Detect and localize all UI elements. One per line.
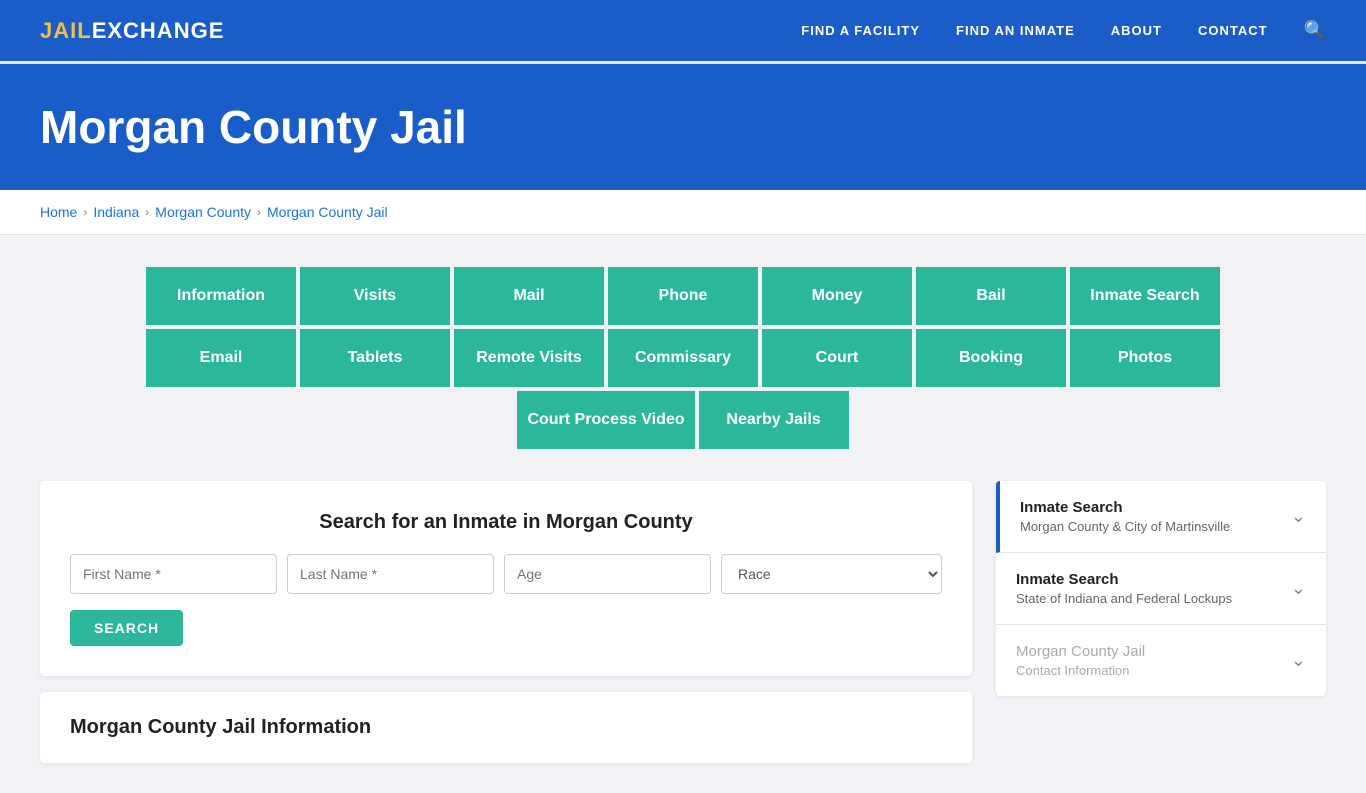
search-button[interactable]: SEARCH bbox=[70, 610, 183, 646]
search-heading: Search for an Inmate in Morgan County bbox=[70, 511, 942, 534]
first-name-input[interactable] bbox=[70, 554, 277, 594]
sidebar-item-1-text: Inmate Search State of Indiana and Feder… bbox=[1016, 571, 1232, 606]
chevron-down-icon-2: ⌄ bbox=[1291, 650, 1306, 671]
content-split: Search for an Inmate in Morgan County Ra… bbox=[40, 481, 1326, 763]
btn-phone[interactable]: Phone bbox=[606, 265, 760, 327]
breadcrumb-morgan-county[interactable]: Morgan County bbox=[155, 204, 251, 220]
btn-inmate-search[interactable]: Inmate Search bbox=[1068, 265, 1222, 327]
sidebar-item-0[interactable]: Inmate Search Morgan County & City of Ma… bbox=[996, 481, 1326, 553]
left-panel: Search for an Inmate in Morgan County Ra… bbox=[40, 481, 972, 763]
info-section: Morgan County Jail Information bbox=[40, 692, 972, 763]
nav-about[interactable]: ABOUT bbox=[1111, 23, 1162, 38]
breadcrumb-sep-2: › bbox=[145, 205, 149, 219]
sidebar-item-1-title: Inmate Search bbox=[1016, 571, 1232, 588]
page-title: Morgan County Jail bbox=[40, 100, 1326, 154]
hero-section: Morgan County Jail bbox=[0, 64, 1366, 190]
btn-bail[interactable]: Bail bbox=[914, 265, 1068, 327]
btn-nearby-jails[interactable]: Nearby Jails bbox=[697, 389, 851, 451]
breadcrumb-sep-3: › bbox=[257, 205, 261, 219]
btn-row-1: Information Visits Mail Phone Money Bail… bbox=[144, 265, 1222, 327]
sidebar-item-0-subtitle: Morgan County & City of Martinsville bbox=[1020, 519, 1230, 534]
race-select[interactable]: Race White Black Hispanic Asian Other bbox=[721, 554, 942, 594]
sidebar-item-0-title: Inmate Search bbox=[1020, 499, 1230, 516]
breadcrumb: Home › Indiana › Morgan County › Morgan … bbox=[40, 204, 1326, 220]
info-heading: Morgan County Jail Information bbox=[70, 716, 942, 739]
main-area: Information Visits Mail Phone Money Bail… bbox=[0, 235, 1366, 793]
btn-row-2: Email Tablets Remote Visits Commissary C… bbox=[144, 327, 1222, 389]
nav-contact[interactable]: CONTACT bbox=[1198, 23, 1268, 38]
breadcrumb-indiana[interactable]: Indiana bbox=[93, 204, 139, 220]
age-input[interactable] bbox=[504, 554, 711, 594]
logo-jail: JAIL bbox=[40, 18, 92, 43]
buttons-section: Information Visits Mail Phone Money Bail… bbox=[40, 265, 1326, 451]
breadcrumb-home[interactable]: Home bbox=[40, 204, 77, 220]
last-name-input[interactable] bbox=[287, 554, 494, 594]
btn-row-3: Court Process Video Nearby Jails bbox=[515, 389, 850, 451]
btn-booking[interactable]: Booking bbox=[914, 327, 1068, 389]
btn-money[interactable]: Money bbox=[760, 265, 914, 327]
sidebar-item-2-subtitle: Contact Information bbox=[1016, 663, 1145, 678]
btn-mail[interactable]: Mail bbox=[452, 265, 606, 327]
search-fields: Race White Black Hispanic Asian Other bbox=[70, 554, 942, 594]
btn-court-process-video[interactable]: Court Process Video bbox=[515, 389, 696, 451]
search-box: Search for an Inmate in Morgan County Ra… bbox=[40, 481, 972, 676]
btn-information[interactable]: Information bbox=[144, 265, 298, 327]
breadcrumb-sep-1: › bbox=[83, 205, 87, 219]
chevron-down-icon-1: ⌄ bbox=[1291, 578, 1306, 599]
sidebar-item-1-subtitle: State of Indiana and Federal Lockups bbox=[1016, 591, 1232, 606]
nav-links: FIND A FACILITY FIND AN INMATE ABOUT CON… bbox=[801, 20, 1326, 41]
btn-commissary[interactable]: Commissary bbox=[606, 327, 760, 389]
right-panel: Inmate Search Morgan County & City of Ma… bbox=[996, 481, 1326, 696]
logo[interactable]: JAILEXCHANGE bbox=[40, 18, 224, 44]
logo-exchange: EXCHANGE bbox=[92, 18, 225, 43]
nav-find-facility[interactable]: FIND A FACILITY bbox=[801, 23, 920, 38]
btn-tablets[interactable]: Tablets bbox=[298, 327, 452, 389]
chevron-down-icon-0: ⌄ bbox=[1291, 506, 1306, 527]
sidebar-item-2-text: Morgan County Jail Contact Information bbox=[1016, 643, 1145, 678]
nav-find-inmate[interactable]: FIND AN INMATE bbox=[956, 23, 1075, 38]
sidebar-item-2-title: Morgan County Jail bbox=[1016, 643, 1145, 660]
sidebar-item-2[interactable]: Morgan County Jail Contact Information ⌄ bbox=[996, 625, 1326, 696]
btn-court[interactable]: Court bbox=[760, 327, 914, 389]
breadcrumb-bar: Home › Indiana › Morgan County › Morgan … bbox=[0, 190, 1366, 235]
btn-photos[interactable]: Photos bbox=[1068, 327, 1222, 389]
navbar: JAILEXCHANGE FIND A FACILITY FIND AN INM… bbox=[0, 0, 1366, 64]
btn-visits[interactable]: Visits bbox=[298, 265, 452, 327]
breadcrumb-current: Morgan County Jail bbox=[267, 204, 388, 220]
btn-remote-visits[interactable]: Remote Visits bbox=[452, 327, 606, 389]
btn-email[interactable]: Email bbox=[144, 327, 298, 389]
sidebar-item-1[interactable]: Inmate Search State of Indiana and Feder… bbox=[996, 553, 1326, 625]
search-icon[interactable]: 🔍 bbox=[1304, 20, 1326, 41]
sidebar-item-0-text: Inmate Search Morgan County & City of Ma… bbox=[1020, 499, 1230, 534]
